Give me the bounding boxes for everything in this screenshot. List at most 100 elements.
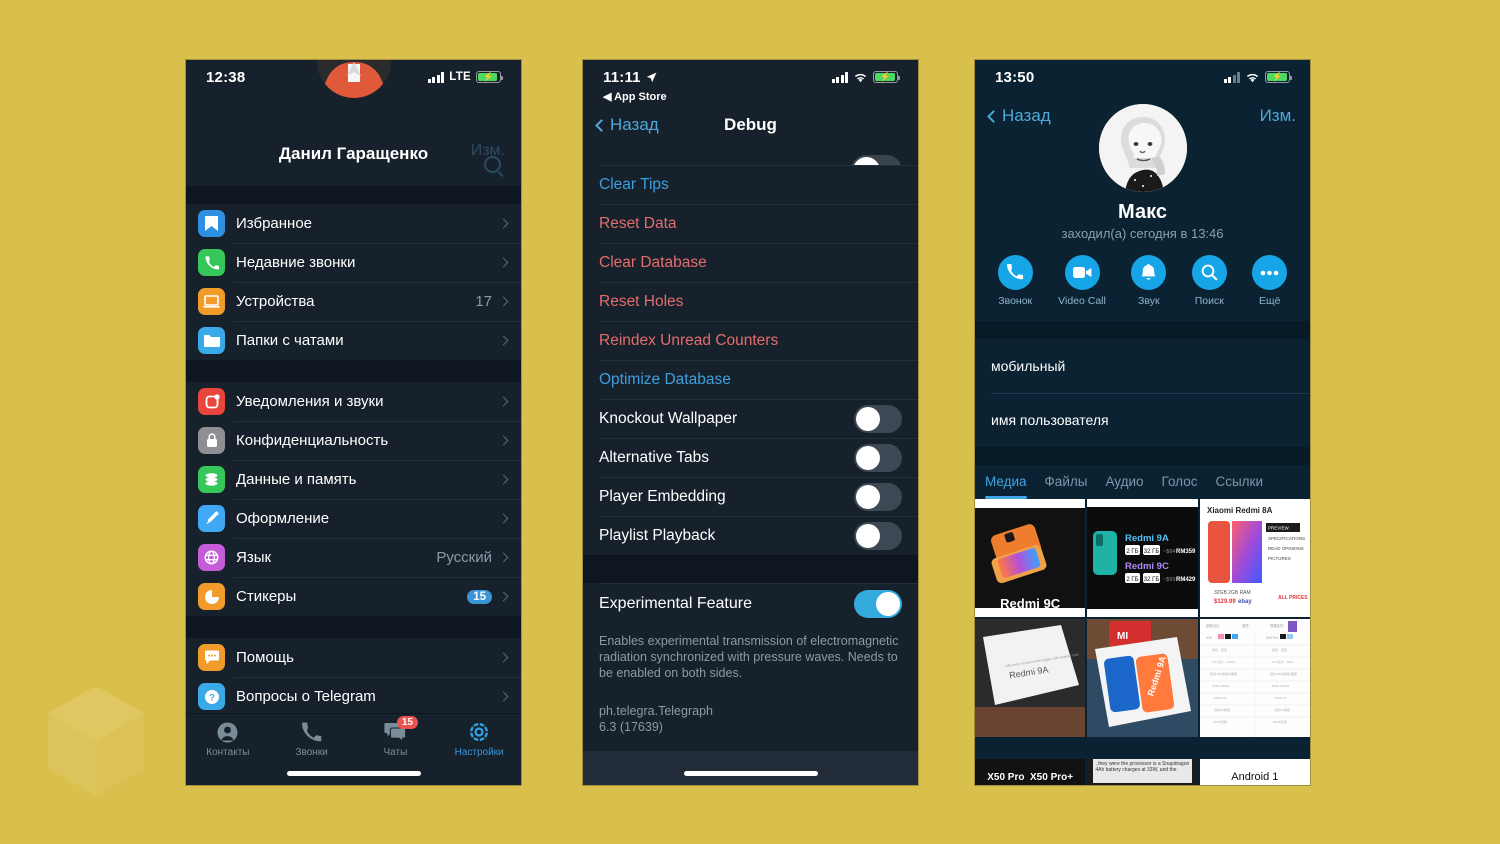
debug-row-experimental-feature[interactable]: Experimental Feature: [583, 583, 918, 625]
toggle-switch[interactable]: [851, 155, 902, 165]
debug-row-reindex-unread-counters[interactable]: Reindex Unread Counters: [583, 321, 918, 360]
action-call[interactable]: Звонок: [997, 255, 1033, 307]
playlist-playback-toggle[interactable]: [854, 521, 902, 550]
section-gap: [975, 321, 1310, 339]
chevron-right-icon: [498, 296, 509, 307]
section-gap: [975, 447, 1310, 465]
partially-scrolled-row: [583, 147, 918, 165]
edit-button[interactable]: Изм.: [1260, 106, 1296, 126]
chevron-left-icon: [987, 109, 1000, 123]
cube-watermark-icon: [48, 686, 144, 796]
bundle-id: ph.telegra.Telegraph: [599, 704, 713, 718]
debug-row-knockout-wallpaper[interactable]: Knockout Wallpaper: [583, 399, 918, 438]
tab-voice[interactable]: Голос: [1162, 466, 1198, 499]
row-label: Experimental Feature: [599, 595, 752, 612]
back-label: Назад: [1002, 106, 1051, 125]
settings-row-appearance[interactable]: Оформление: [186, 499, 521, 538]
settings-row-language[interactable]: Язык Русский: [186, 538, 521, 577]
action-sound[interactable]: Звук: [1131, 255, 1167, 307]
back-app-label: App Store: [614, 91, 667, 103]
settings-row-telegram-faq[interactable]: ? Вопросы о Telegram: [186, 677, 521, 716]
media-thumbnail[interactable]: 参数对比 差异 规格区别 K30 K30 Pro 颜色、配置 颜色、配置 6.67英寸、…: [1199, 619, 1310, 737]
knockout-wallpaper-toggle[interactable]: [854, 404, 902, 433]
chevron-right-icon: [498, 335, 509, 346]
svg-text:ALL PRICES: ALL PRICES: [1278, 595, 1308, 601]
media-caption: Redmi 9C: [1000, 596, 1061, 611]
media-thumbnail[interactable]: Redmi 9A with more screen to the bigger …: [975, 619, 1086, 737]
tab-label: Ссылки: [1215, 473, 1263, 489]
back-button[interactable]: Назад: [595, 115, 659, 135]
debug-row-reset-holes[interactable]: Reset Holes: [583, 282, 918, 321]
chevron-right-icon: [498, 513, 509, 524]
tab-files[interactable]: Файлы: [1045, 466, 1088, 499]
player-embedding-toggle[interactable]: [854, 482, 902, 511]
row-label: Избранное: [236, 215, 313, 232]
action-video-call[interactable]: Video Call: [1058, 255, 1106, 307]
media-grid-partial-row: X50 Pro X50 Pro+ , they were the process…: [975, 759, 1310, 785]
contact-name: Макс: [1118, 201, 1167, 223]
media-grid: Redmi 9C Redmi 9A 2 ГБ 32 ГБ ~$84 RM359 …: [975, 499, 1310, 737]
person-icon: [217, 720, 238, 744]
media-thumbnail[interactable]: Xiaomi Redmi 8A PREVIEW SPECIFICATIONS R…: [1199, 499, 1310, 617]
media-thumbnail[interactable]: , they were the processor is a Snapdrago…: [1087, 759, 1198, 785]
settings-row-stickers[interactable]: Стикеры 15: [186, 577, 521, 616]
debug-row-clear-database[interactable]: Clear Database: [583, 243, 918, 282]
svg-text:64MP四摄: 64MP四摄: [1273, 719, 1287, 724]
settings-row-devices[interactable]: Устройства 17: [186, 282, 521, 321]
svg-text:Xiaomi Redmi 8A: Xiaomi Redmi 8A: [1207, 506, 1273, 515]
shared-media-tabs: Медиа Файлы Аудио Голос Ссылки: [975, 465, 1310, 499]
media-thumbnail[interactable]: X50 Pro X50 Pro+: [975, 759, 1086, 785]
debug-row-reset-data[interactable]: Reset Data: [583, 204, 918, 243]
paintbrush-icon: [198, 505, 225, 532]
tab-calls[interactable]: Звонки: [270, 720, 354, 766]
tab-contacts[interactable]: Контакты: [186, 720, 270, 766]
settings-row-chat-folders[interactable]: Папки с чатами: [186, 321, 521, 360]
settings-row-help[interactable]: Помощь: [186, 638, 521, 677]
search-icon[interactable]: [484, 156, 501, 173]
debug-row-player-embedding[interactable]: Player Embedding: [583, 477, 918, 516]
media-thumbnail[interactable]: Redmi 9A 2 ГБ 32 ГБ ~$84 RM359 Redmi 9C …: [1087, 499, 1198, 617]
tab-audio[interactable]: Аудио: [1105, 466, 1143, 499]
debug-row-optimize-database[interactable]: Optimize Database: [583, 360, 918, 399]
home-indicator[interactable]: [683, 771, 818, 776]
svg-text:8GB+256GB: 8GB+256GB: [1272, 684, 1289, 688]
action-search[interactable]: Поиск: [1191, 255, 1227, 307]
tab-media[interactable]: Медиа: [985, 466, 1027, 499]
tab-chats[interactable]: 15 Чаты: [354, 716, 438, 766]
row-label: Помощь: [236, 649, 294, 666]
back-button[interactable]: Назад: [987, 106, 1051, 126]
info-row-mobile[interactable]: мобильный: [975, 339, 1310, 393]
media-thumbnail[interactable]: Android 1: [1199, 759, 1310, 785]
svg-text:2 ГБ: 2 ГБ: [1127, 577, 1139, 583]
chevron-right-icon: [498, 435, 509, 446]
battery-icon: ⚡: [1265, 71, 1292, 83]
tab-settings[interactable]: Настройки: [437, 720, 521, 766]
alternative-tabs-toggle[interactable]: [854, 443, 902, 472]
settings-row-notifications[interactable]: Уведомления и звуки: [186, 382, 521, 421]
chats-icon: 15: [384, 716, 418, 744]
back-label: Назад: [610, 115, 659, 134]
battery-icon: ⚡: [476, 71, 503, 83]
media-thumbnail[interactable]: Redmi 9C: [975, 499, 1086, 617]
home-indicator[interactable]: [286, 771, 421, 776]
settings-row-recent-calls[interactable]: Недавние звонки: [186, 243, 521, 282]
settings-row-favorites[interactable]: Избранное: [186, 204, 521, 243]
tab-label: Звонки: [295, 747, 328, 758]
row-label: Alternative Tabs: [599, 448, 709, 466]
experimental-feature-toggle[interactable]: [854, 590, 902, 618]
settings-row-data-storage[interactable]: Данные и память: [186, 460, 521, 499]
media-thumbnail[interactable]: MI Redmi 9A: [1087, 619, 1198, 737]
tab-links[interactable]: Ссылки: [1215, 466, 1263, 499]
debug-row-alternative-tabs[interactable]: Alternative Tabs: [583, 438, 918, 477]
settings-row-privacy[interactable]: Конфиденциальность: [186, 421, 521, 460]
action-label: Ещё: [1258, 295, 1281, 307]
svg-text:6GB+128GB: 6GB+128GB: [1212, 684, 1229, 688]
info-row-username[interactable]: имя пользователя: [975, 393, 1310, 447]
action-more[interactable]: Ещё: [1252, 255, 1288, 307]
svg-text:64MP四摄: 64MP四摄: [1213, 719, 1227, 724]
debug-row-clear-tips[interactable]: Clear Tips: [583, 165, 918, 204]
tab-label: Контакты: [206, 747, 250, 758]
debug-row-playlist-playback[interactable]: Playlist Playback: [583, 516, 918, 555]
back-to-app-store-link[interactable]: ◀ App Store: [583, 90, 918, 103]
svg-text:ebay: ebay: [1238, 599, 1252, 605]
